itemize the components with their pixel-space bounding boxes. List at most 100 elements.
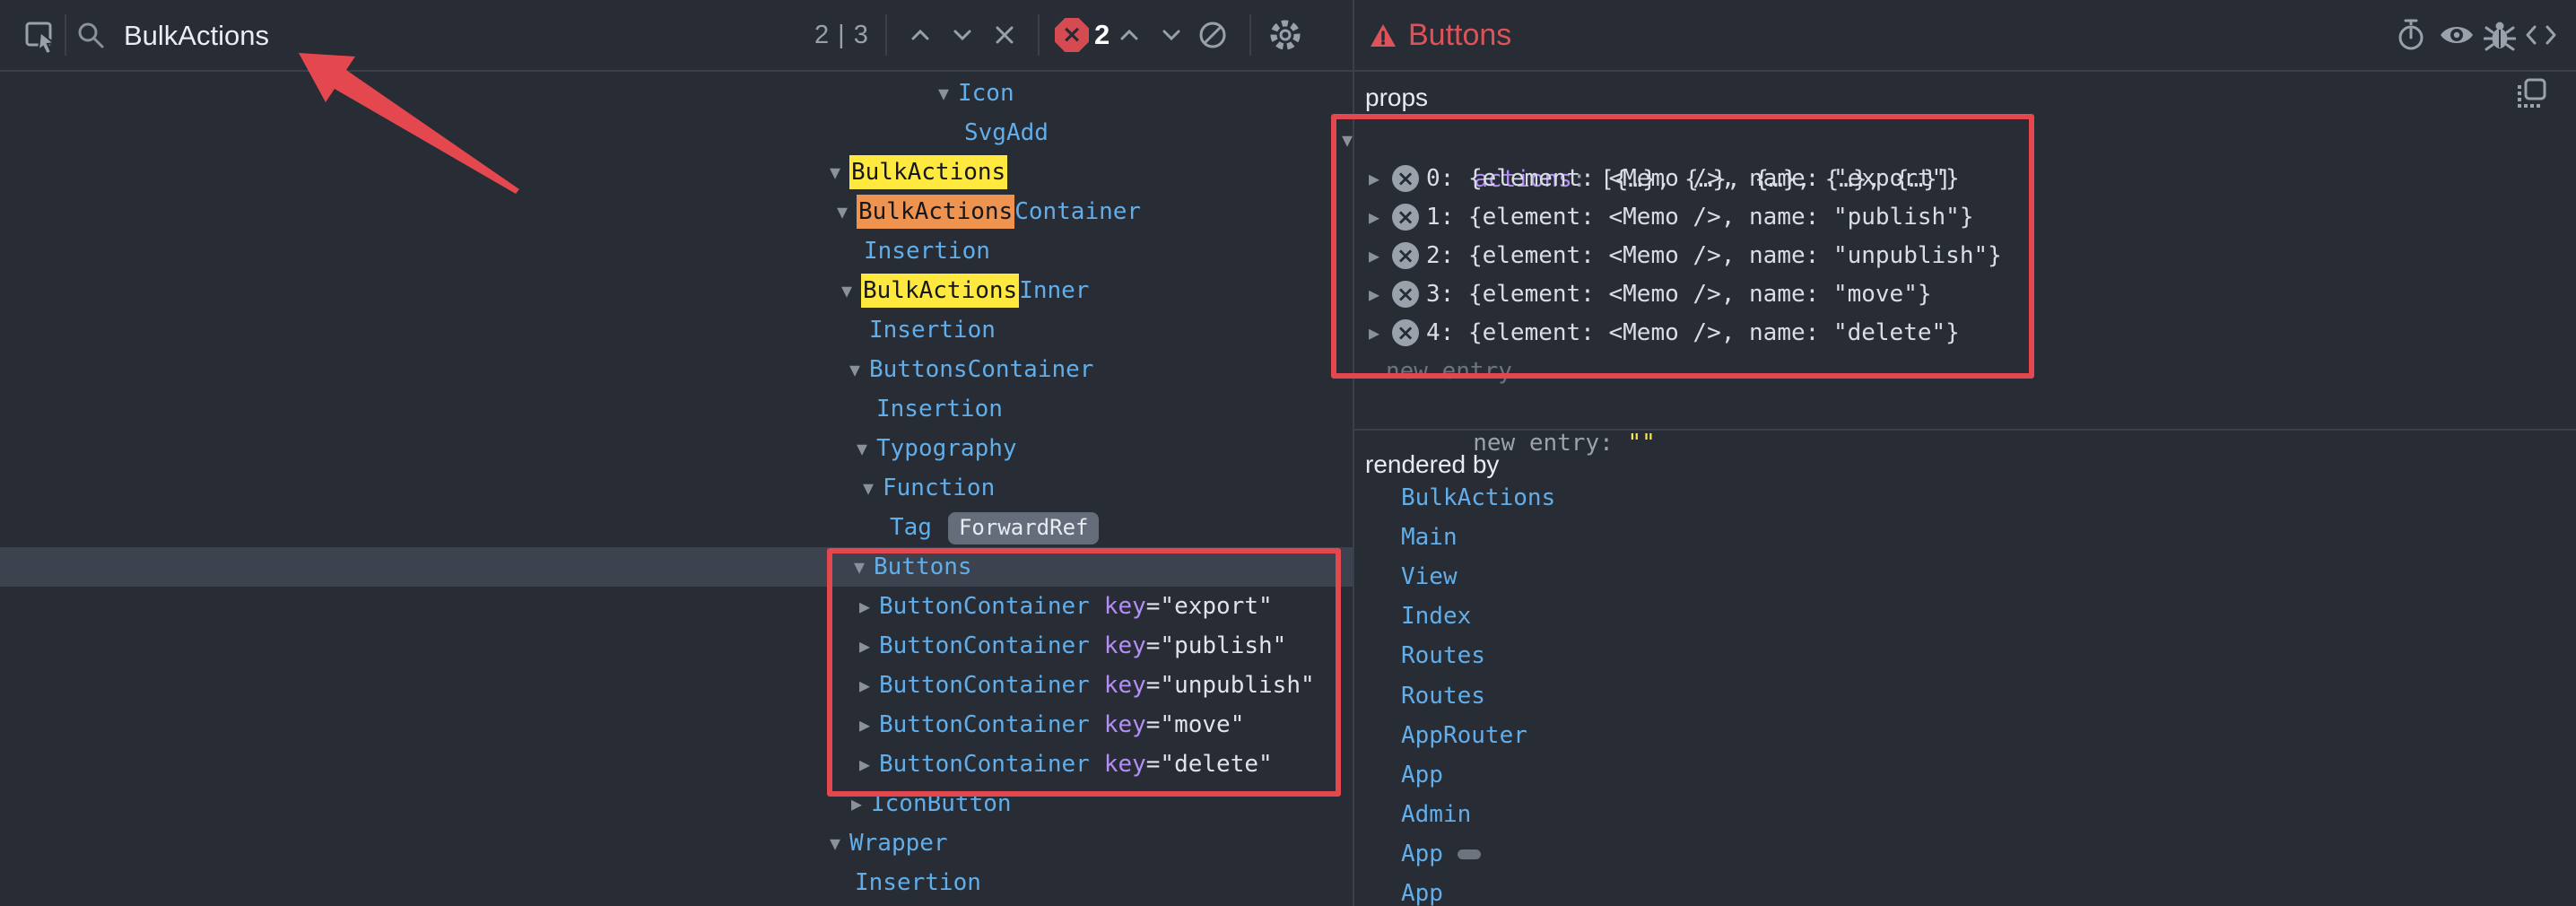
tree-row-buttoncontainer[interactable]: ▸ButtonContainerkey="delete" [0,745,1353,784]
component-label: ButtonsContainer [869,350,1093,389]
tree-row-insertion[interactable]: Insertion [0,310,1353,350]
props-new-entry[interactable]: new entry: "" [1354,384,2576,423]
clear-search-button[interactable] [986,17,1023,55]
rendered-by-item-main[interactable]: Main [1401,518,1458,557]
collapse-arrow-icon[interactable]: ▾ [849,350,869,389]
key-attribute-name: key [1104,711,1146,738]
collapse-arrow-icon[interactable]: ▾ [1342,120,1362,160]
search-input[interactable] [122,14,700,57]
rendered-by-item-routes[interactable]: Routes [1401,676,1485,716]
collapse-arrow-icon[interactable]: ▾ [938,74,958,113]
collapse-arrow-icon[interactable]: ▾ [863,468,883,508]
tree-row-buttoncontainer[interactable]: ▸ButtonContainerkey="unpublish" [0,666,1353,705]
tree-row-insertion[interactable]: Insertion [0,231,1353,271]
component-name: Icon [958,80,1014,107]
rendered-by-item-app[interactable]: App [1401,834,1481,874]
tree-row-buttoncontainer[interactable]: ▸ButtonContainerkey="publish" [0,626,1353,666]
tree-row-iconbutton[interactable]: ▸IconButton [0,784,1353,823]
collapse-arrow-icon[interactable]: ▾ [841,271,861,310]
props-action-item-3[interactable]: ▸×3: {element: <Memo />, name: "move"} [1354,274,2576,314]
inspect-element-button[interactable] [22,17,59,55]
tree-row-function[interactable]: ▾Function [0,468,1353,508]
next-result-button[interactable] [944,17,981,55]
expand-arrow-icon[interactable]: ▸ [859,626,879,666]
tree-row-buttonscontainer[interactable]: ▾ButtonsContainer [0,350,1353,389]
expand-arrow-icon[interactable]: ▸ [859,705,879,745]
component-name: ButtonContainer [879,672,1090,699]
bug-icon [2484,18,2516,55]
delete-entry-icon[interactable]: × [1392,165,1419,192]
rendered-by-item-approuter[interactable]: AppRouter [1401,716,1527,755]
component-name: Insertion [855,869,981,896]
props-action-item-4[interactable]: ▸×4: {element: <Memo />, name: "delete"} [1354,313,2576,353]
props-row-actions[interactable]: ▾ actions: [{…}, {…}, {…}, {…}, {…}] [1354,120,2576,160]
expand-arrow-icon[interactable]: ▸ [1369,197,1388,237]
settings-button[interactable] [1266,17,1304,55]
tree-row-typography[interactable]: ▾Typography [0,429,1353,468]
props-action-item-2[interactable]: ▸× 2: {element: <Memo />, name: "unpublis… [1354,236,2576,275]
expand-arrow-icon[interactable]: ▸ [851,784,871,823]
collapse-arrow-icon[interactable]: ▾ [837,192,857,231]
delete-entry-icon[interactable]: × [1392,281,1419,308]
clear-errors-button[interactable] [1194,17,1231,55]
rendered-by-item-app[interactable]: App [1401,755,1443,795]
collapse-arrow-icon[interactable]: ▾ [830,152,849,192]
expand-arrow-icon[interactable]: ▸ [859,745,879,784]
expand-arrow-icon[interactable]: ▸ [859,587,879,626]
expand-arrow-icon[interactable]: ▸ [1369,236,1388,275]
rendered-by-item-admin[interactable]: Admin [1401,795,1471,834]
new-entry-value-field[interactable]: "" [1627,430,1655,457]
component-label: Icon [958,74,1014,113]
key-attribute-value: ="publish" [1146,632,1287,659]
tree-row-svgadd[interactable]: SvgAdd [0,113,1353,152]
component-name: SvgAdd [964,119,1049,146]
search-icon [75,20,108,57]
expand-arrow-icon[interactable]: ▸ [1369,159,1388,198]
tree-row-icon[interactable]: ▾Icon [0,74,1353,113]
props-action-item-1[interactable]: ▸×1: {element: <Memo />, name: "publish"… [1354,197,2576,237]
toolbar-divider [1249,14,1251,56]
toolbar-divider [65,14,66,56]
inspect-dom-element-button[interactable] [2438,17,2476,55]
tree-row-insertion[interactable]: Insertion [0,389,1353,429]
props-action-item-0[interactable]: ▸×0: {element: <Memo />, name: "export"} [1354,159,2576,198]
tree-row-tag[interactable]: TagForwardRef [0,508,1353,547]
action-item-value: 2: {element: <Memo />, name: "unpublish"… [1426,236,2002,275]
next-error-button[interactable] [1110,17,1148,55]
tree-row-buttoncontainer[interactable]: ▸ButtonContainerkey="move" [0,705,1353,745]
expand-arrow-icon[interactable]: ▸ [1369,274,1388,314]
rendered-by-item-index[interactable]: Index [1401,597,1471,636]
tree-row-wrapper[interactable]: ▾Wrapper [0,823,1353,863]
previous-error-button[interactable] [1153,17,1190,55]
tree-row-bulkactions[interactable]: ▾BulkActions [0,152,1353,192]
rendered-by-item-view[interactable]: View [1401,557,1458,597]
log-component-button[interactable] [2481,17,2519,55]
hoc-badge: ForwardRef [948,512,1100,544]
delete-entry-icon[interactable]: × [1392,319,1419,346]
delete-entry-icon[interactable]: × [1392,204,1419,231]
tree-row-buttons[interactable]: ▾Buttons [0,547,1353,587]
rendered-by-item-routes[interactable]: Routes [1401,636,1485,675]
collapse-arrow-icon[interactable]: ▾ [830,823,849,863]
component-label: Buttons [874,547,972,587]
previous-result-button[interactable] [901,17,939,55]
copy-props-button[interactable] [2511,75,2551,115]
component-name: Container [1014,198,1141,225]
collapse-arrow-icon[interactable]: ▾ [854,547,874,587]
rendered-by-item-app[interactable]: App [1401,874,1443,906]
tree-row-bulkactionscontainer[interactable]: ▾BulkActionsContainer [0,192,1353,231]
expand-arrow-icon[interactable]: ▸ [859,666,879,705]
view-source-button[interactable] [2522,17,2560,55]
tree-row-insertion[interactable]: Insertion [0,863,1353,902]
expand-arrow-icon[interactable]: ▸ [1369,313,1388,353]
delete-entry-icon[interactable]: × [1392,242,1419,269]
key-attribute-name: key [1104,672,1146,699]
suspense-toggle-button[interactable] [2392,17,2430,55]
key-attribute-value: ="delete" [1146,751,1273,778]
component-label: Function [883,468,995,508]
tree-row-bulkactionsinner[interactable]: ▾BulkActionsInner [0,271,1353,310]
component-label: TagForwardRef [890,508,1099,547]
tree-row-buttoncontainer[interactable]: ▸ButtonContainerkey="export" [0,587,1353,626]
rendered-by-item-bulkactions[interactable]: BulkActions [1401,478,1555,518]
collapse-arrow-icon[interactable]: ▾ [857,429,876,468]
